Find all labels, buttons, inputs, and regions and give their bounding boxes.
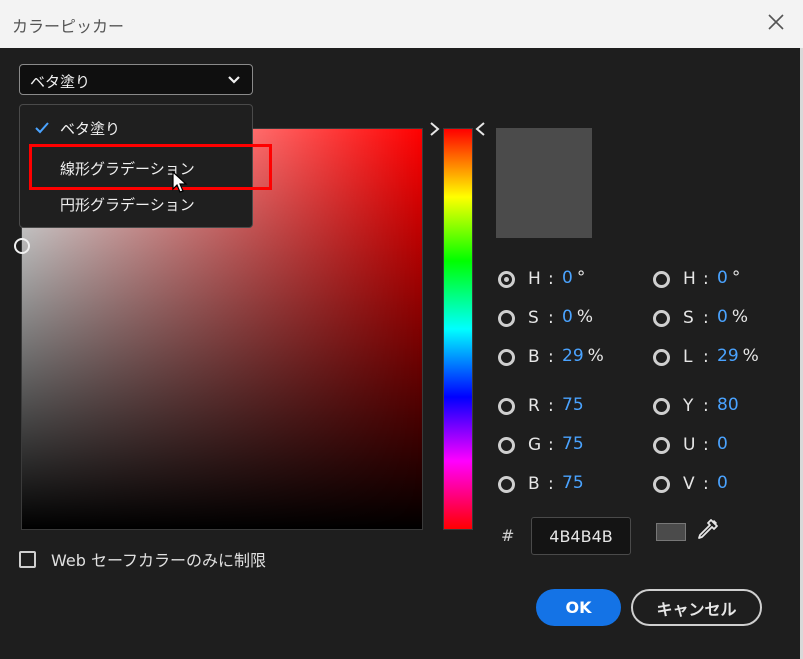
field-label: V — [683, 474, 695, 494]
radio-button[interactable] — [653, 349, 670, 366]
radio-row-yuv-y[interactable]: Y : 80 — [653, 395, 783, 419]
close-icon[interactable] — [765, 11, 787, 33]
radio-button[interactable] — [653, 476, 670, 493]
hex-input[interactable] — [531, 517, 631, 555]
field-label: S — [528, 308, 539, 328]
ok-button[interactable]: OK — [536, 589, 621, 626]
field-label: B — [528, 347, 540, 367]
radio-row-rgb-r[interactable]: R : 75 — [498, 395, 628, 419]
checkmark-icon — [35, 122, 49, 134]
field-label: H — [528, 269, 541, 289]
fill-mode-select[interactable]: ベタ塗り — [19, 64, 253, 95]
field-label: S — [683, 308, 694, 328]
unit-label: % — [587, 346, 604, 366]
radio-row-yuv-u[interactable]: U : 0 — [653, 434, 783, 458]
radio-button[interactable] — [498, 476, 515, 493]
unit-label: % — [576, 307, 593, 327]
radio-row-hsl-s[interactable]: S : 0% — [653, 307, 783, 331]
radio-button[interactable] — [653, 398, 670, 415]
radio-row-yuv-v[interactable]: V : 0 — [653, 473, 783, 497]
hsl-h-value[interactable]: 0 — [717, 268, 728, 288]
dropdown-item-label: ベタ塗り — [60, 120, 121, 138]
chevron-down-icon — [228, 76, 240, 84]
radio-row-rgb-g[interactable]: G : 75 — [498, 434, 628, 458]
window-title: カラーピッカー — [12, 17, 125, 36]
radio-row-hsb-h[interactable]: H : 0 ° — [498, 268, 628, 292]
rgb-g-value[interactable]: 75 — [562, 434, 584, 454]
highlight-box — [29, 144, 272, 190]
unit-label: % — [742, 346, 759, 366]
radio-button[interactable] — [498, 349, 515, 366]
hue-slider[interactable] — [443, 128, 473, 530]
hsb-b-value[interactable]: 29 — [562, 346, 584, 366]
color-field-handle[interactable] — [14, 238, 30, 254]
fill-mode-value: ベタ塗り — [30, 73, 91, 91]
hsb-s-value[interactable]: 0 — [562, 307, 573, 327]
radio-button[interactable] — [653, 310, 670, 327]
yuv-u-value[interactable]: 0 — [717, 434, 728, 454]
websafe-checkbox[interactable] — [19, 551, 36, 568]
hsl-l-value[interactable]: 29 — [717, 346, 739, 366]
yuv-y-value[interactable]: 80 — [717, 395, 739, 415]
radio-button[interactable] — [498, 437, 515, 454]
eyedropper-icon[interactable] — [694, 517, 720, 543]
radio-row-hsl-l[interactable]: L : 29% — [653, 346, 783, 370]
dropdown-item-label: 円形グラデーション — [60, 196, 195, 214]
dropdown-item-radial-gradient[interactable]: 円形グラデーション — [20, 186, 252, 222]
unit-label: ° — [731, 268, 741, 288]
field-label: H — [683, 269, 696, 289]
title-bar: カラーピッカー — [0, 0, 803, 48]
radio-button[interactable] — [653, 437, 670, 454]
hsl-s-value[interactable]: 0 — [717, 307, 728, 327]
field-label: L — [683, 347, 693, 367]
current-color-swatch[interactable] — [656, 523, 686, 541]
field-label: G — [528, 435, 542, 455]
dropdown-item-solid[interactable]: ベタ塗り — [20, 110, 252, 146]
radio-button[interactable] — [653, 271, 670, 288]
hex-hash-label: # — [501, 526, 515, 545]
rgb-b-value[interactable]: 75 — [562, 473, 584, 493]
rgb-r-value[interactable]: 75 — [562, 395, 584, 415]
radio-button[interactable] — [498, 271, 515, 288]
unit-label: % — [731, 307, 748, 327]
radio-row-hsl-h[interactable]: H : 0 ° — [653, 268, 783, 292]
radio-row-hsb-s[interactable]: S : 0% — [498, 307, 628, 331]
field-label: R — [528, 396, 540, 416]
unit-label: ° — [576, 268, 586, 288]
field-label: B — [528, 474, 540, 494]
yuv-v-value[interactable]: 0 — [717, 473, 728, 493]
radio-button[interactable] — [498, 398, 515, 415]
cancel-button[interactable]: キャンセル — [631, 589, 762, 626]
hsb-h-value[interactable]: 0 — [562, 268, 573, 288]
radio-row-hsb-b[interactable]: B : 29% — [498, 346, 628, 370]
hue-pointer-left-icon[interactable] — [427, 121, 441, 137]
color-preview-swatch — [496, 128, 592, 238]
radio-row-rgb-b[interactable]: B : 75 — [498, 473, 628, 497]
radio-button[interactable] — [498, 310, 515, 327]
websafe-label: Web セーフカラーのみに制限 — [51, 551, 267, 570]
hue-pointer-right-icon[interactable] — [474, 121, 488, 137]
field-label: U — [683, 435, 696, 455]
mouse-cursor-icon — [172, 170, 188, 193]
field-label: Y — [683, 396, 694, 416]
